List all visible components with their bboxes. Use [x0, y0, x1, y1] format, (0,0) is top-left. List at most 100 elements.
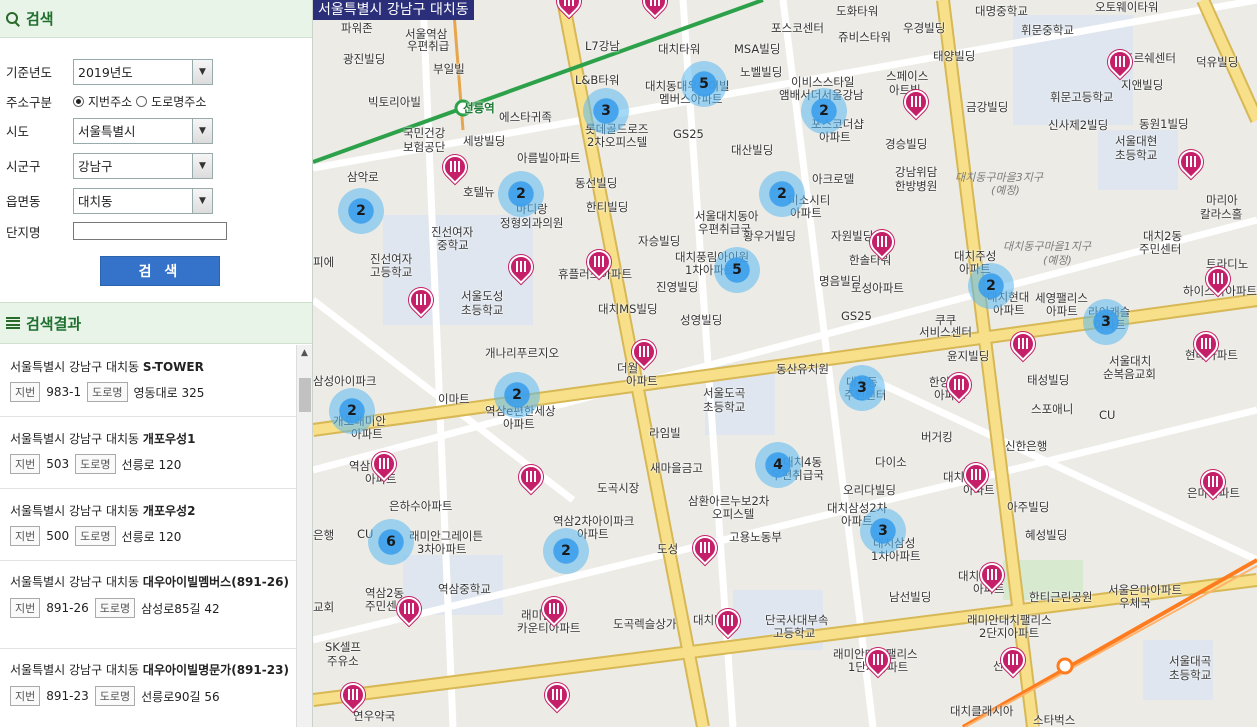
sigungu-select[interactable]: 강남구 ▼ [73, 152, 213, 179]
apartment-cluster[interactable]: 2 [759, 171, 805, 217]
apartment-pin-icon[interactable] [942, 368, 976, 403]
apartment-pin-icon[interactable] [959, 458, 993, 493]
apartment-pin-icon[interactable] [688, 531, 722, 566]
result-address: 서울특별시 강남구 대치동 개포우성1 [10, 432, 196, 446]
search-button[interactable]: 검 색 [100, 256, 220, 286]
apartment-pin-icon[interactable] [582, 245, 616, 280]
map-place-label: 중학교 [437, 238, 469, 252]
apartment-pin-icon[interactable] [975, 558, 1009, 593]
apartment-pin-icon[interactable] [552, 0, 586, 19]
apartment-pin-icon[interactable] [504, 250, 538, 285]
result-item[interactable]: 서울특별시 강남구 대치동 개포우성2 지번 500 도로명 선릉로 120 [0, 489, 296, 561]
apartment-cluster[interactable]: 2 [494, 372, 540, 418]
apartment-cluster[interactable]: 2 [801, 88, 847, 134]
map-place-label: 우편취급 [407, 39, 450, 53]
apartment-cluster[interactable]: 3 [839, 365, 885, 411]
address-type-row: 주소구분 지번주소 도로명주소 [6, 89, 312, 113]
map-place-label: 정형외과의원 [500, 216, 564, 230]
apartment-cluster[interactable]: 5 [681, 61, 727, 107]
jibun-tag: 지번 [10, 526, 41, 546]
apartment-pin-icon[interactable] [861, 643, 895, 678]
map-place-label: 아름빌아파트 [517, 151, 581, 165]
apartment-cluster[interactable]: 2 [338, 188, 384, 234]
apartment-cluster[interactable]: 2 [329, 388, 375, 434]
apartment-pin-icon[interactable] [367, 447, 401, 482]
complex-name-input[interactable] [73, 222, 227, 240]
map-place-label: 쥬비스타워 [838, 30, 891, 44]
apartment-pin-icon[interactable] [865, 225, 899, 260]
road-tag: 도로명 [75, 526, 116, 546]
result-item[interactable]: 서울특별시 강남구 대치동 대우아이빌명문가(891-23) 지번 891-23… [0, 649, 296, 727]
apartment-pin-icon[interactable] [1174, 145, 1208, 180]
result-item[interactable]: 서울특별시 강남구 대치동 대우아이빌멤버스(891-26) 지번 891-26… [0, 561, 296, 649]
map-place-label: 초등학교 [1169, 668, 1212, 682]
jibun-address-radio[interactable] [73, 95, 84, 107]
jibun-tag: 지번 [10, 686, 41, 706]
apartment-cluster[interactable]: 2 [498, 171, 544, 217]
apartment-pin-icon[interactable] [996, 643, 1030, 678]
apartment-pin-icon[interactable] [899, 85, 933, 120]
apartment-pin-icon[interactable] [336, 678, 370, 713]
map-view[interactable]: 서울특별시 강남구 대치동 파워존 광진빌딩 빅토리아빌 서울역삼 우편취급 부일빌 국민건… [313, 0, 1257, 727]
road-value: 영동대로 325 [133, 385, 205, 400]
apartment-pin-icon[interactable] [1006, 327, 1040, 362]
apartment-cluster[interactable]: 3 [860, 508, 906, 554]
apartment-pin-icon[interactable] [638, 0, 672, 19]
search-panel-header: 검색 [0, 0, 312, 38]
apartment-pin-icon[interactable] [514, 460, 548, 495]
apartment-pin-icon[interactable] [1201, 262, 1235, 297]
chevron-up-icon[interactable]: ▲ [297, 345, 312, 361]
apartment-cluster[interactable]: 6 [368, 519, 414, 565]
apartment-cluster[interactable]: 3 [1083, 299, 1129, 345]
map-place-label: 삼성아이파크 [313, 374, 377, 388]
apartment-cluster[interactable]: 4 [755, 442, 801, 488]
map-place-label: 초등학교 [461, 303, 504, 317]
apartment-pin-icon[interactable] [627, 335, 661, 370]
map-place-label: 태성빌딩 [1027, 373, 1070, 387]
dong-select[interactable]: 대치동 ▼ [73, 187, 213, 214]
road-tag: 도로명 [87, 382, 128, 402]
map-place-label: 호텔뉴 [463, 185, 495, 199]
result-address: 서울특별시 강남구 대치동 S-TOWER [10, 360, 204, 374]
sidebar: 검색 기준년도 2019년도 ▼ 주소구분 지번주소 도로명주소 시도 서울특별… [0, 0, 313, 727]
apartment-cluster[interactable]: 2 [543, 528, 589, 574]
result-meta: 지번 891-26 도로명 삼성로85길 42 [10, 598, 296, 618]
apartment-pin-icon[interactable] [537, 592, 571, 627]
map-place-label: 대치 [943, 470, 965, 484]
complex-row: 단지명 [6, 218, 312, 244]
apartment-pin-icon[interactable] [438, 150, 472, 185]
apartment-pin-icon[interactable] [1189, 327, 1223, 362]
map-place-label: 2단지아파트 [979, 626, 1040, 640]
map-place-label: 진영빌딩 [656, 280, 699, 294]
apartment-pin-icon[interactable] [1196, 465, 1230, 500]
apartment-pin-icon[interactable] [404, 283, 438, 318]
map-place-label: 라임빌 [649, 426, 681, 440]
road-address-radio[interactable] [136, 95, 148, 107]
map-place-label: 피에 [313, 255, 335, 269]
map-place-label: 황우거빌딩 [743, 229, 796, 243]
map-place-label: 금강빌딩 [966, 100, 1009, 114]
result-item[interactable]: 서울특별시 강남구 대치동 S-TOWER 지번 983-1 도로명 영동대로 … [0, 345, 296, 417]
scrollbar-thumb[interactable] [299, 378, 311, 412]
apartment-pin-icon[interactable] [1103, 45, 1137, 80]
apartment-pin-icon[interactable] [392, 592, 426, 627]
result-address: 서울특별시 강남구 대치동 대우아이빌명문가(891-23) [10, 663, 289, 677]
map-place-label: 역삼중학교 [438, 582, 491, 596]
results-scrollbar[interactable]: ▲ [296, 345, 312, 727]
year-select[interactable]: 2019년도 ▼ [73, 58, 213, 85]
map-place-label: 휘문고등학교 [1050, 90, 1114, 104]
map-place-label: 포스코센터 [771, 21, 824, 35]
map-place-label: 주민센터 [1139, 242, 1182, 256]
apartment-pin-icon[interactable] [540, 678, 574, 713]
map-place-label: 개나리푸르지오 [485, 346, 560, 360]
result-address: 서울특별시 강남구 대치동 개포우성2 [10, 504, 196, 518]
year-row: 기준년도 2019년도 ▼ [6, 54, 312, 89]
apartment-cluster[interactable]: 2 [968, 263, 1014, 309]
result-item[interactable]: 서울특별시 강남구 대치동 개포우성1 지번 503 도로명 선릉로 120 [0, 417, 296, 489]
subway-station-label: 선릉역 [463, 101, 495, 115]
map-place-label: 동선빌딩 [575, 176, 618, 190]
apartment-pin-icon[interactable] [711, 604, 745, 639]
apartment-cluster[interactable]: 5 [714, 247, 760, 293]
apartment-cluster[interactable]: 3 [583, 88, 629, 134]
sido-select[interactable]: 서울특별시 ▼ [73, 117, 213, 144]
